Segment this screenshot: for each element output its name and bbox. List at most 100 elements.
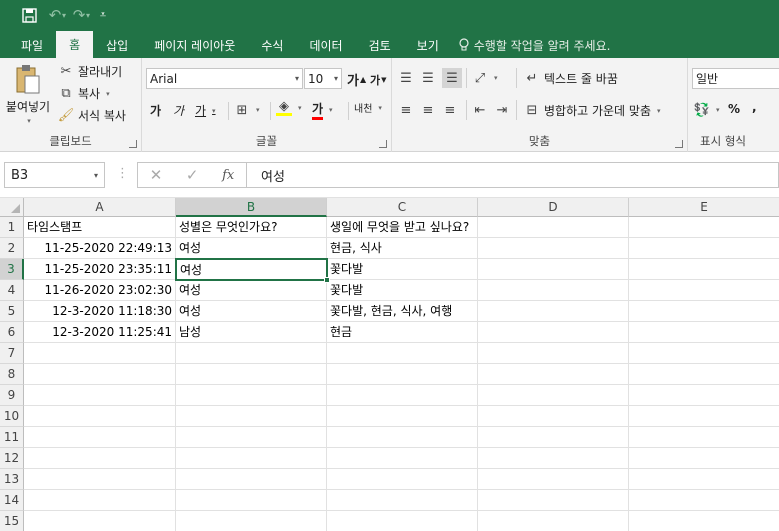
cell-a6[interactable]: 12-3-2020 11:25:41 [24,322,176,343]
insert-function-button[interactable]: fx [222,168,234,183]
row-header-10[interactable]: 10 [0,406,24,427]
empty-cell[interactable] [629,490,779,511]
tab-file[interactable]: 파일 [8,32,56,58]
customize-icon[interactable]: ⩡ [90,2,116,28]
empty-cell[interactable] [478,238,629,259]
row-header-7[interactable]: 7 [0,343,24,364]
column-header-c[interactable]: C [327,198,478,217]
name-box[interactable]: B3 ▾ [4,162,105,188]
empty-cell[interactable] [176,469,327,490]
empty-cell[interactable] [327,511,478,531]
cell-c1[interactable]: 생일에 무엇을 받고 싶나요? [327,217,478,238]
save-icon[interactable] [16,2,42,28]
bold-button[interactable]: 가 [150,102,161,119]
empty-cell[interactable] [327,427,478,448]
empty-cell[interactable] [629,406,779,427]
cell-b2[interactable]: 여성 [176,238,327,259]
cell-b3-selected[interactable]: 여성 [175,258,328,281]
percent-style-button[interactable]: % [728,102,740,116]
empty-cell[interactable] [478,448,629,469]
empty-cell[interactable] [24,469,176,490]
select-all-corner[interactable] [0,198,24,217]
shrink-font-button[interactable]: 가 ▼ [370,72,387,88]
spreadsheet-grid[interactable]: A B C D E 타임스탬프 성별은 무엇인가요? 생일에 무엇을 받고 싶나… [0,198,779,531]
empty-cell[interactable] [478,490,629,511]
empty-cell[interactable] [629,385,779,406]
empty-cell[interactable] [24,511,176,531]
empty-cell[interactable] [327,385,478,406]
font-name-select[interactable]: Arial ▾ [146,68,303,89]
empty-cell[interactable] [176,511,327,531]
paste-dropdown-icon[interactable]: ▾ [27,117,31,125]
tab-home[interactable]: 홈 [56,31,94,58]
cell-c6[interactable]: 현금 [327,322,478,343]
empty-cell[interactable] [327,364,478,385]
comma-style-button[interactable]: , [752,100,757,114]
borders-button[interactable]: ⊞ ▾ [234,102,260,118]
empty-cell[interactable] [176,343,327,364]
empty-cell[interactable] [478,511,629,531]
column-header-d[interactable]: D [478,198,629,217]
empty-cell[interactable] [176,406,327,427]
align-bottom-button[interactable]: ☰ [442,68,462,88]
row-header-6[interactable]: 6 [0,322,24,343]
cancel-icon[interactable]: ✕ [150,166,163,184]
tab-review[interactable]: 검토 [356,32,404,58]
empty-cell[interactable] [629,301,779,322]
alignment-launcher-icon[interactable] [675,140,683,148]
empty-cell[interactable] [478,301,629,322]
empty-cell[interactable] [24,490,176,511]
name-box-dropdown-icon[interactable]: ▾ [94,171,98,180]
empty-cell[interactable] [176,385,327,406]
empty-cell[interactable] [478,217,629,238]
empty-cell[interactable] [24,448,176,469]
underline-button[interactable]: 가 ▾ [195,102,216,119]
empty-cell[interactable] [327,448,478,469]
empty-cell[interactable] [24,406,176,427]
empty-cell[interactable] [478,406,629,427]
empty-cell[interactable] [24,385,176,406]
column-header-a[interactable]: A [24,198,176,217]
empty-cell[interactable] [629,469,779,490]
row-header-5[interactable]: 5 [0,301,24,322]
empty-cell[interactable] [176,448,327,469]
empty-cell[interactable] [327,469,478,490]
empty-cell[interactable] [629,322,779,343]
empty-cell[interactable] [629,448,779,469]
wrap-text-button[interactable]: ↵ 텍스트 줄 바꿈 [524,70,618,87]
empty-cell[interactable] [629,280,779,301]
align-top-button[interactable]: ☰ [398,70,414,86]
empty-cell[interactable] [629,238,779,259]
cell-b5[interactable]: 여성 [176,301,327,322]
cell-a5[interactable]: 12-3-2020 11:18:30 [24,301,176,322]
cell-a1[interactable]: 타임스탬프 [24,217,176,238]
empty-cell[interactable] [478,280,629,301]
column-header-e[interactable]: E [629,198,779,217]
empty-cell[interactable] [629,364,779,385]
cell-a2[interactable]: 11-25-2020 22:49:13 [24,238,176,259]
cell-c3[interactable]: 꽃다발 [327,259,478,280]
empty-cell[interactable] [176,427,327,448]
empty-cell[interactable] [478,427,629,448]
row-header-4[interactable]: 4 [0,280,24,301]
merge-center-button[interactable]: ⊟ 병합하고 가운데 맞춤 ▾ [524,102,661,119]
row-header-14[interactable]: 14 [0,490,24,511]
empty-cell[interactable] [478,259,629,280]
empty-cell[interactable] [478,469,629,490]
formula-bar-handle[interactable]: ⋮ [116,166,129,181]
tab-view[interactable]: 보기 [404,32,452,58]
cell-c5[interactable]: 꽃다발, 현금, 식사, 여행 [327,301,478,322]
cell-c2[interactable]: 현금, 식사 [327,238,478,259]
align-right-button[interactable]: ≡ [442,102,458,118]
empty-cell[interactable] [478,322,629,343]
font-size-select[interactable]: 10 ▾ [304,68,342,89]
cell-a3[interactable]: 11-25-2020 23:35:11 [24,259,176,280]
empty-cell[interactable] [176,364,327,385]
tab-insert[interactable]: 삽입 [93,32,141,58]
copy-button[interactable]: ⧉ 복사 ▾ [58,85,109,102]
tab-page-layout[interactable]: 페이지 레이아웃 [141,32,248,58]
tell-me-box[interactable]: 수행할 작업을 알려 주세요. [452,32,610,58]
cell-b4[interactable]: 여성 [176,280,327,301]
grow-font-button[interactable]: 가 ▲ [347,70,366,89]
number-format-select[interactable]: 일반 [692,68,779,89]
